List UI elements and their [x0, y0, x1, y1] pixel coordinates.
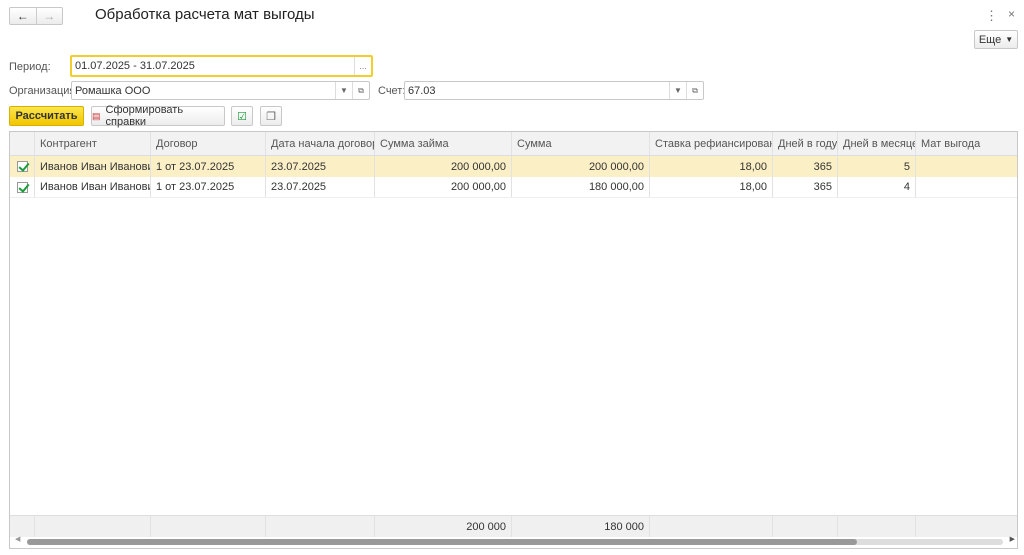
table-row[interactable]: Иванов Иван Иванович 1 от 23.07.2025 23.… [10, 177, 1017, 198]
cell-rate: 18,00 [650, 156, 773, 177]
calculate-button[interactable]: Рассчитать [9, 106, 84, 126]
more-button[interactable]: Еще ▼ [974, 30, 1018, 49]
cell-benefit [916, 156, 1017, 177]
make-reports-button[interactable]: ▤ Сформировать справки [91, 104, 225, 128]
dropdown-icon[interactable]: ▼ [669, 82, 686, 99]
checkbox-checked-icon [16, 161, 28, 172]
account-field[interactable]: 67.03 ▼ ⧉ [404, 81, 704, 100]
cell-loan-sum: 200 000,00 [375, 156, 512, 177]
cell-days-year: 365 [773, 156, 838, 177]
cell-sum: 200 000,00 [512, 156, 650, 177]
more-actions-icon[interactable]: ⋮ [985, 8, 998, 24]
col-loan-sum[interactable]: Сумма займа [375, 132, 512, 155]
cell-sum: 180 000,00 [512, 177, 650, 197]
org-field[interactable]: Ромашка ООО ▼ ⧉ [71, 81, 370, 100]
col-rate[interactable]: Ставка рефиансирования [650, 132, 773, 155]
cell-contract: 1 от 23.07.2025 [151, 177, 266, 197]
check-all-button[interactable]: ☑ [231, 106, 253, 126]
total-sum: 180 000 [512, 516, 650, 537]
col-benefit[interactable]: Мат выгода [916, 132, 1017, 155]
period-field[interactable]: 01.07.2025 - 31.07.2025 … [70, 55, 373, 77]
cell-counterparty: Иванов Иван Иванович [35, 156, 151, 177]
col-contract[interactable]: Договор [151, 132, 266, 155]
org-label: Организация: [9, 85, 79, 97]
col-days-month[interactable]: Дней в месяце [838, 132, 916, 155]
open-icon[interactable]: ⧉ [686, 82, 703, 99]
uncheck-all-button[interactable]: ❐ [260, 106, 282, 126]
period-label: Период: [9, 61, 51, 73]
account-label: Счет: [378, 85, 406, 97]
dropdown-icon[interactable]: ▼ [335, 82, 352, 99]
col-counterparty[interactable]: Контрагент [35, 132, 151, 155]
data-table: Контрагент Договор Дата начала договора … [9, 131, 1018, 549]
col-sum[interactable]: Сумма [512, 132, 650, 155]
chevron-down-icon: ▼ [1005, 35, 1014, 44]
cell-loan-sum: 200 000,00 [375, 177, 512, 197]
checkbox-checked-icon [16, 181, 28, 193]
forward-button[interactable]: → [35, 8, 63, 24]
cell-benefit [916, 177, 1017, 197]
col-check[interactable] [10, 132, 35, 155]
check-all-icon: ☑ [237, 110, 247, 123]
select-period-button[interactable]: … [354, 57, 371, 75]
table-row[interactable]: Иванов Иван Иванович 1 от 23.07.2025 23.… [10, 156, 1017, 177]
cell-start-date: 23.07.2025 [266, 177, 375, 197]
scroll-left-icon[interactable]: ◀ [15, 535, 20, 543]
page-title: Обработка расчета мат выгоды [95, 6, 315, 23]
back-button[interactable]: ← [10, 8, 36, 24]
cell-days-year: 365 [773, 177, 838, 197]
uncheck-all-icon: ❐ [266, 110, 276, 123]
cell-days-month: 5 [838, 156, 916, 177]
horizontal-scrollbar[interactable]: ◀ ▶ [15, 535, 1015, 547]
total-loan-sum: 200 000 [375, 516, 512, 537]
row-checkbox[interactable] [10, 156, 35, 177]
cell-contract: 1 от 23.07.2025 [151, 156, 266, 177]
cell-days-month: 4 [838, 177, 916, 197]
cell-counterparty: Иванов Иван Иванович [35, 177, 151, 197]
table-header: Контрагент Договор Дата начала договора … [10, 132, 1017, 156]
period-value: 01.07.2025 - 31.07.2025 [75, 60, 195, 72]
table-footer: 200 000 180 000 [10, 515, 1017, 537]
report-icon: ▤ [92, 110, 101, 121]
row-checkbox[interactable] [10, 177, 35, 197]
scrollbar-thumb[interactable] [27, 539, 857, 545]
scroll-right-icon[interactable]: ▶ [1010, 535, 1015, 543]
more-label: Еще [978, 33, 1002, 46]
col-start-date[interactable]: Дата начала договора [266, 132, 375, 155]
col-days-year[interactable]: Дней в году [773, 132, 838, 155]
nav-buttons: ← → [9, 7, 63, 25]
org-value: Ромашка ООО [75, 84, 151, 97]
make-reports-label: Сформировать справки [105, 104, 184, 128]
close-icon[interactable]: × [1008, 7, 1015, 21]
account-value: 67.03 [408, 84, 436, 97]
cell-rate: 18,00 [650, 177, 773, 197]
open-icon[interactable]: ⧉ [352, 82, 369, 99]
cell-start-date: 23.07.2025 [266, 156, 375, 177]
